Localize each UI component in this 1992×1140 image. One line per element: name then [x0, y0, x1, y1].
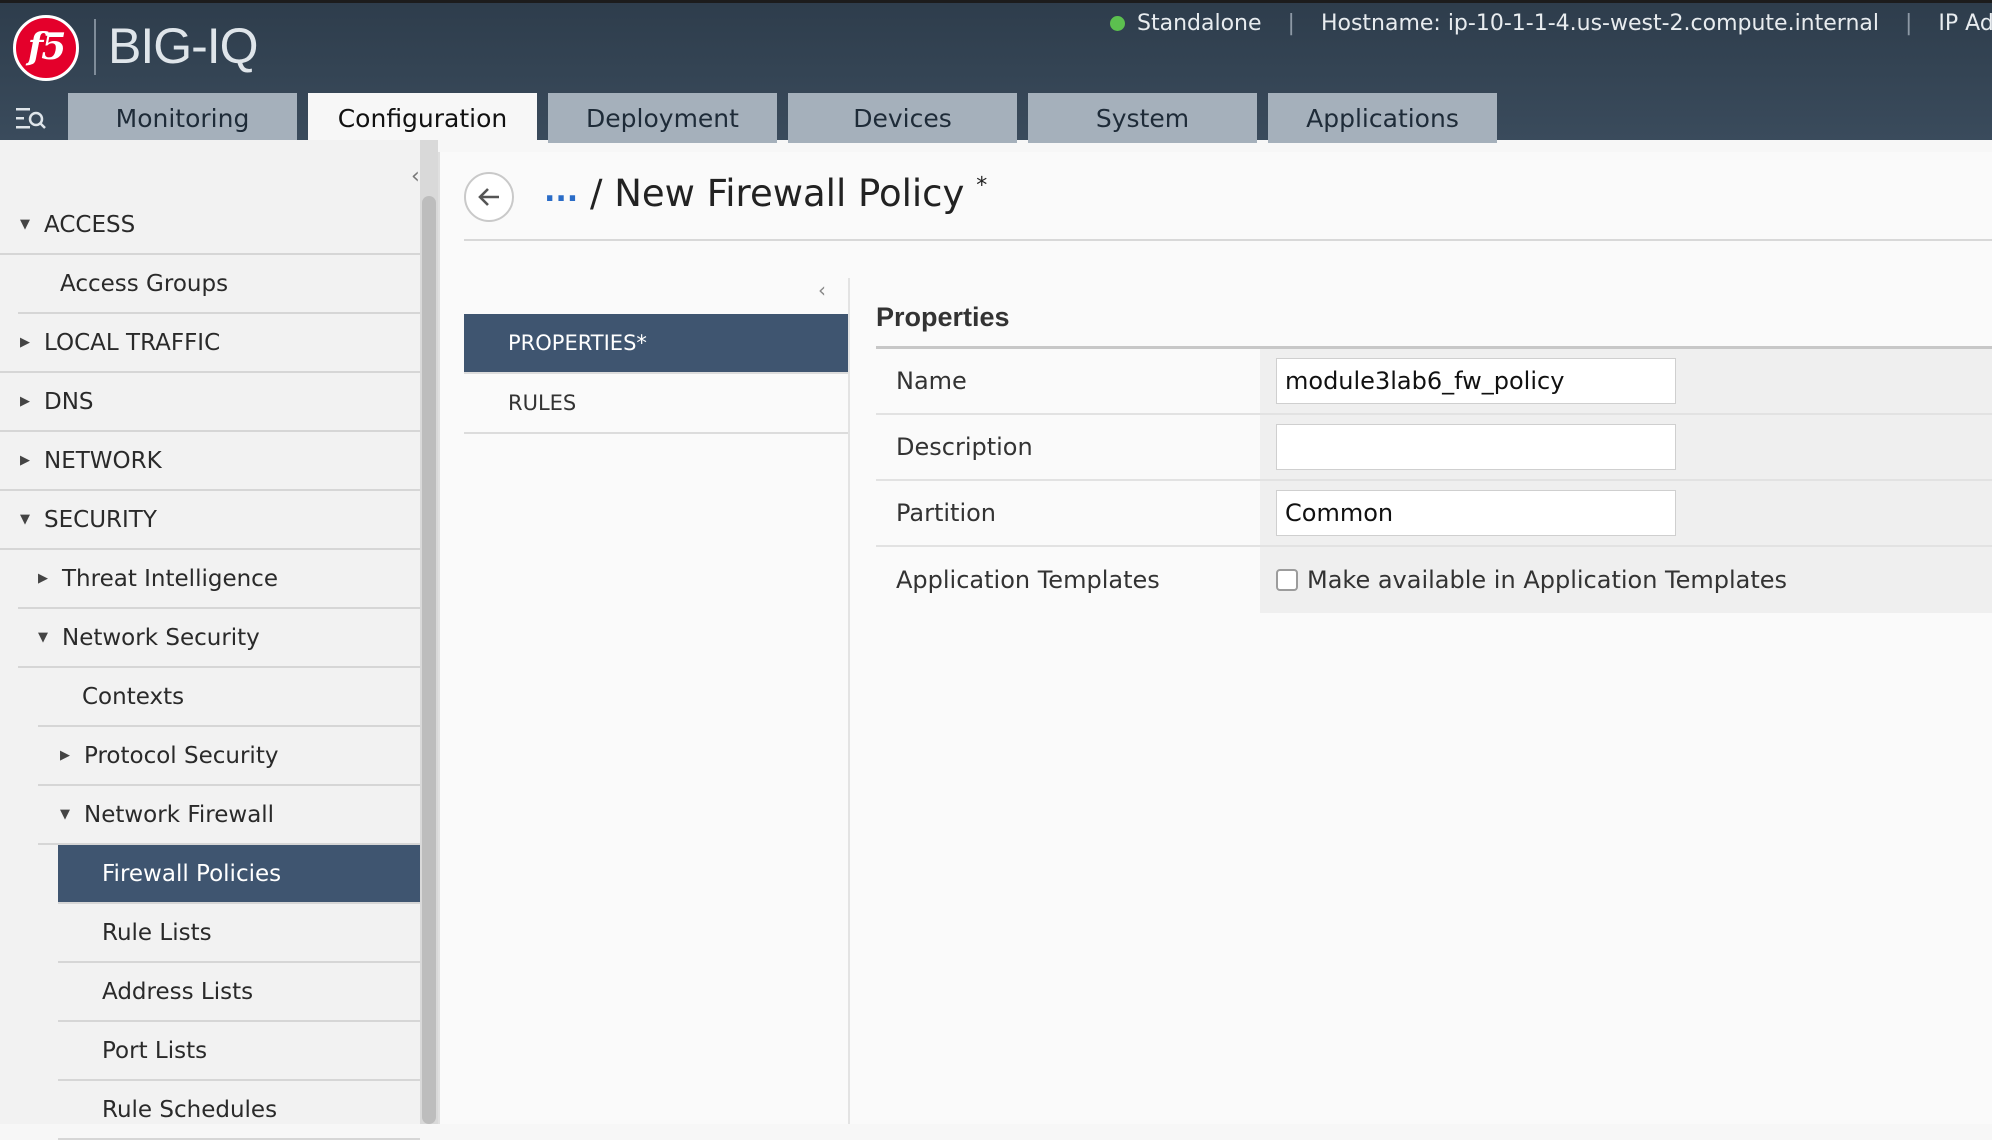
sidebar-item-firewall-policies[interactable]: Firewall Policies — [58, 845, 420, 904]
ha-status: Standalone — [1137, 11, 1262, 36]
policy-side-menu: PROPERTIES* RULES — [464, 314, 848, 434]
sidebar-item-label: NETWORK — [44, 447, 162, 474]
f5-logo[interactable]: f5 — [13, 15, 79, 81]
name-label: Name — [896, 367, 967, 395]
sidebar-item-protocol-security[interactable]: ▶ Protocol Security — [38, 727, 420, 786]
page-title-text: / New Firewall Policy — [590, 172, 965, 215]
menu-search-icon[interactable] — [14, 105, 48, 133]
partition-cell — [1260, 481, 1992, 545]
caret-right-icon: ▶ — [60, 748, 70, 763]
form-row-app-templates: Application Templates Make available in … — [876, 547, 1992, 613]
app-templates-checkbox-label[interactable]: Make available in Application Templates — [1307, 566, 1787, 594]
main-content: ... / New Firewall Policy * ‹ PROPERTIES… — [438, 152, 1992, 1124]
sidebar-item-label: Address Lists — [102, 978, 254, 1005]
tab-deployment[interactable]: Deployment — [548, 93, 777, 143]
sidebar-nav: ▼ ACCESS Access Groups ▶ LOCAL TRAFFIC ▶… — [0, 196, 420, 1140]
product-name: BIG-IQ — [108, 18, 259, 74]
sidebar-item-port-lists[interactable]: Port Lists — [58, 1022, 420, 1081]
system-status-bar: Standalone | Hostname: ip-10-1-1-4.us-we… — [1110, 11, 1992, 36]
sidebar-item-label: ACCESS — [44, 211, 136, 238]
app-templates-cell: Make available in Application Templates — [1260, 547, 1992, 613]
sidebar-item-network-firewall[interactable]: ▼ Network Firewall — [38, 786, 420, 845]
caret-down-icon: ▼ — [38, 630, 48, 645]
hostname: Hostname: ip-10-1-1-4.us-west-2.compute.… — [1320, 11, 1879, 36]
sidebar-item-label: LOCAL TRAFFIC — [44, 329, 221, 356]
partition-label: Partition — [896, 499, 997, 527]
sidebar-item-label: Access Groups — [60, 270, 229, 297]
sidebar-item-label: Firewall Policies — [102, 860, 282, 887]
sidebar-item-label: Rule Lists — [102, 919, 212, 946]
sidebar-item-rule-lists[interactable]: Rule Lists — [58, 904, 420, 963]
status-dot-icon — [1110, 16, 1125, 31]
title-divider — [464, 239, 1992, 241]
sidebar-item-access-groups[interactable]: Access Groups — [18, 255, 420, 314]
description-cell — [1260, 415, 1992, 479]
caret-right-icon: ▶ — [20, 335, 30, 350]
sidebar-item-dns[interactable]: ▶ DNS — [0, 373, 420, 432]
caret-down-icon: ▼ — [60, 807, 70, 822]
arrow-left-icon — [478, 188, 499, 206]
description-label: Description — [896, 433, 1033, 461]
page-title: / New Firewall Policy * — [590, 172, 987, 215]
sidebar-item-rule-schedules[interactable]: Rule Schedules — [58, 1081, 420, 1140]
tab-system[interactable]: System — [1028, 93, 1257, 143]
tab-devices[interactable]: Devices — [788, 93, 1017, 143]
collapse-panel-icon[interactable]: ‹ — [818, 278, 826, 302]
form-row-name: Name — [876, 349, 1992, 415]
caret-down-icon: ▼ — [20, 512, 30, 527]
sidebar-item-local-traffic[interactable]: ▶ LOCAL TRAFFIC — [0, 314, 420, 373]
partition-field[interactable] — [1276, 490, 1676, 536]
panel-divider — [848, 278, 850, 1124]
caret-right-icon: ▶ — [38, 571, 48, 586]
ip-address: IP Addres — [1938, 11, 1992, 36]
sidebar-scroll-thumb[interactable] — [422, 196, 436, 1124]
form-row-description: Description — [876, 415, 1992, 481]
sidebar-item-label: Network Security — [62, 624, 260, 651]
description-field[interactable] — [1276, 424, 1676, 470]
tab-applications[interactable]: Applications — [1268, 93, 1497, 143]
top-header: f5 BIG-IQ Standalone | Hostname: ip-10-1… — [0, 0, 1992, 143]
caret-right-icon: ▶ — [20, 453, 30, 468]
sidebar-item-label: SECURITY — [44, 506, 157, 533]
sidebar-item-access[interactable]: ▼ ACCESS — [0, 196, 420, 255]
main-tabs: Monitoring Configuration Deployment Devi… — [68, 93, 1508, 143]
tab-monitoring[interactable]: Monitoring — [68, 93, 297, 143]
side-menu-properties[interactable]: PROPERTIES* — [464, 314, 848, 374]
logo-divider — [94, 19, 96, 75]
name-cell — [1260, 349, 1992, 413]
sidebar-item-label: DNS — [44, 388, 94, 415]
sidebar-item-security[interactable]: ▼ SECURITY — [0, 491, 420, 550]
properties-form: Name Description Partition Application T… — [876, 349, 1992, 613]
back-button[interactable] — [464, 172, 514, 222]
unsaved-marker: * — [976, 173, 988, 199]
side-menu-rules[interactable]: RULES — [464, 374, 848, 434]
sidebar-item-threat-intelligence[interactable]: ▶ Threat Intelligence — [18, 550, 420, 609]
breadcrumb-more-link[interactable]: ... — [544, 174, 578, 209]
name-field[interactable] — [1276, 358, 1676, 404]
sidebar-item-label: Port Lists — [102, 1037, 208, 1064]
sidebar-item-network[interactable]: ▶ NETWORK — [0, 432, 420, 491]
sidebar-item-network-security[interactable]: ▼ Network Security — [18, 609, 420, 668]
tab-configuration[interactable]: Configuration — [308, 93, 537, 143]
sidebar-item-address-lists[interactable]: Address Lists — [58, 963, 420, 1022]
sidebar-item-label: Protocol Security — [84, 742, 279, 769]
sidebar-item-contexts[interactable]: Contexts — [38, 668, 420, 727]
collapse-sidebar-icon[interactable]: ‹ — [411, 164, 420, 189]
sidebar-item-label: Threat Intelligence — [62, 565, 278, 592]
divider: | — [1904, 11, 1913, 36]
sidebar-item-label: Contexts — [82, 683, 185, 710]
divider: | — [1287, 11, 1295, 36]
caret-down-icon: ▼ — [20, 217, 30, 232]
app-templates-checkbox[interactable] — [1276, 569, 1298, 591]
app-templates-label: Application Templates — [896, 566, 1160, 594]
caret-right-icon: ▶ — [20, 394, 30, 409]
sidebar-item-label: Rule Schedules — [102, 1096, 278, 1123]
sidebar-item-label: Network Firewall — [84, 801, 275, 828]
form-row-partition: Partition — [876, 481, 1992, 547]
section-title: Properties — [876, 302, 1010, 332]
